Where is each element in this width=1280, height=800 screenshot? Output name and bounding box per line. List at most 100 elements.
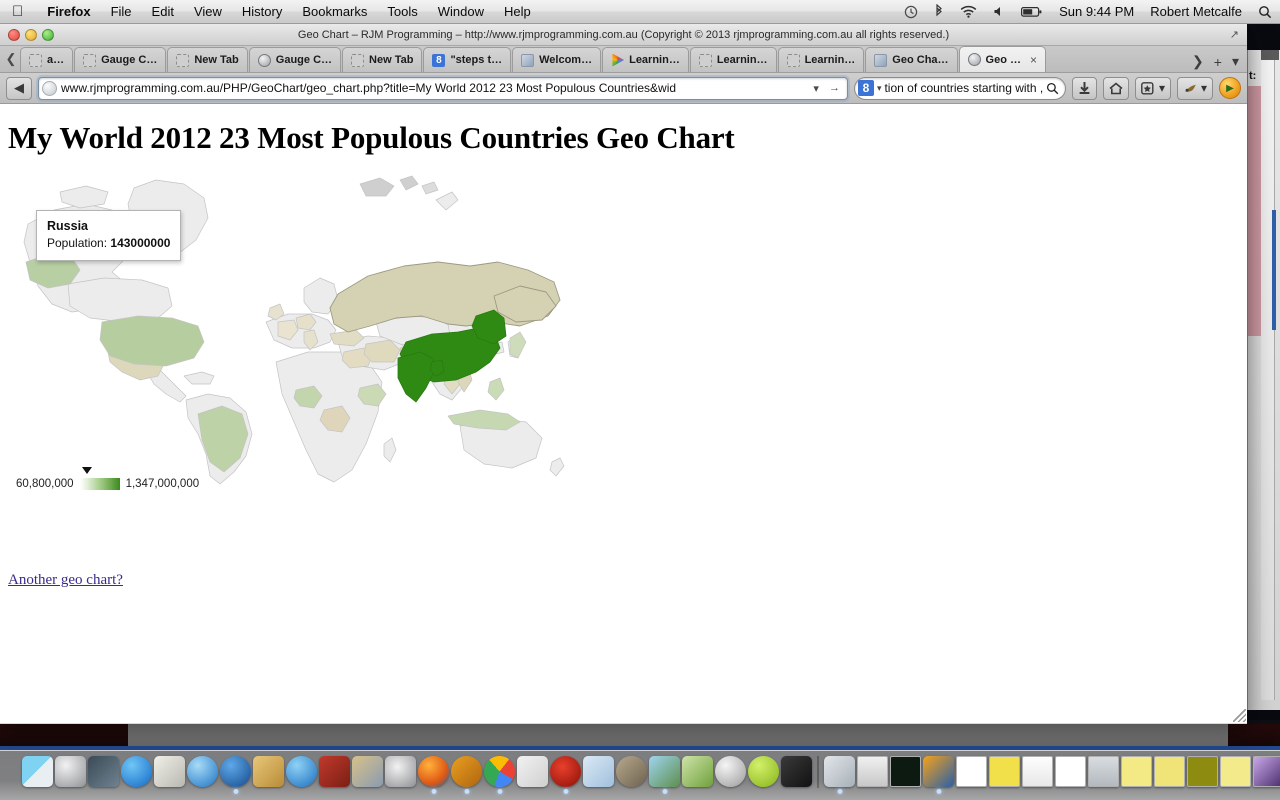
green-play-orb-icon[interactable]: ▶ xyxy=(1219,77,1241,99)
menu-item-edit[interactable]: Edit xyxy=(142,4,184,19)
bookmarks-button[interactable]: ▾ xyxy=(1134,76,1171,100)
volume-icon[interactable] xyxy=(985,5,1013,18)
apple-logo-icon[interactable]:  xyxy=(12,4,23,19)
note1-doc-icon[interactable] xyxy=(1121,756,1152,787)
play-store-favicon xyxy=(612,53,625,67)
textedit-icon[interactable] xyxy=(583,756,614,787)
tab-geo-chart[interactable]: Geo Cha… xyxy=(865,47,958,72)
terminal-icon[interactable] xyxy=(781,756,812,787)
tab-steps[interactable]: 8 "steps t… xyxy=(423,47,512,72)
back-button[interactable]: ◀ xyxy=(6,76,32,100)
dashboard-icon[interactable] xyxy=(715,756,746,787)
menu-item-help[interactable]: Help xyxy=(494,4,541,19)
addons-dropdown-icon[interactable]: ▾ xyxy=(1201,81,1207,95)
opera-icon[interactable] xyxy=(550,756,581,794)
minimize-window-button[interactable] xyxy=(25,29,37,41)
search-input[interactable]: tion of countries starting with , xyxy=(884,81,1042,95)
tab-learning-2[interactable]: Learnin… xyxy=(689,47,777,72)
safari-icon[interactable] xyxy=(187,756,218,787)
itunes-icon[interactable] xyxy=(286,756,317,787)
menu-item-tools[interactable]: Tools xyxy=(377,4,427,19)
paint-doc-icon[interactable] xyxy=(923,756,954,794)
menu-item-file[interactable]: File xyxy=(101,4,142,19)
search-engine-dropdown-icon[interactable]: ▾ xyxy=(877,83,882,94)
photos-folder-icon[interactable] xyxy=(649,756,680,794)
menu-item-firefox[interactable]: Firefox xyxy=(37,4,100,19)
olive-doc-icon[interactable] xyxy=(1187,756,1218,787)
iphoto-icon[interactable] xyxy=(154,756,185,787)
ibooks-icon[interactable] xyxy=(319,756,350,787)
white-doc-icon[interactable] xyxy=(956,756,987,787)
app-store-updates-icon[interactable] xyxy=(88,756,119,787)
bluetooth-icon[interactable] xyxy=(926,4,952,19)
background-window-sliver[interactable]: t: xyxy=(1247,50,1280,710)
note2-doc-icon[interactable] xyxy=(1154,756,1185,787)
finder-icon[interactable] xyxy=(22,756,53,787)
maps-icon[interactable] xyxy=(682,756,713,787)
geo-chart[interactable]: Russia Population: 143000000 60,800,000 … xyxy=(8,166,568,526)
url-go-icon[interactable]: → xyxy=(826,82,843,94)
system-preferences-icon[interactable] xyxy=(385,756,416,787)
zoom-window-button[interactable] xyxy=(42,29,54,41)
another-geo-chart-link[interactable]: Another geo chart? xyxy=(8,572,123,589)
tab-new-tab-1[interactable]: New Tab xyxy=(167,47,248,72)
close-window-button[interactable] xyxy=(8,29,20,41)
menu-item-window[interactable]: Window xyxy=(428,4,494,19)
chrome-icon[interactable] xyxy=(484,756,515,794)
search-bar[interactable]: 8 ▾ tion of countries starting with , xyxy=(853,76,1066,100)
wifi-icon[interactable] xyxy=(952,5,985,18)
fullscreen-icon[interactable]: ↗ xyxy=(1230,28,1239,41)
home-button[interactable] xyxy=(1102,76,1129,100)
text-doc-icon[interactable] xyxy=(1022,756,1053,787)
tab-geo-active[interactable]: Geo … × xyxy=(958,46,1046,72)
tab-learning-3[interactable]: Learnin… xyxy=(777,47,865,72)
gray-doc-icon[interactable] xyxy=(857,756,888,787)
xcode-icon[interactable] xyxy=(517,756,548,787)
image-capture-icon[interactable] xyxy=(352,756,383,787)
media-doc-icon[interactable] xyxy=(1253,756,1280,787)
tab-a[interactable]: a… xyxy=(20,47,74,72)
note3-doc-icon[interactable] xyxy=(1220,756,1251,787)
menu-item-bookmarks[interactable]: Bookmarks xyxy=(292,4,377,19)
tab-gauge-c-2[interactable]: Gauge C… xyxy=(248,47,342,72)
tab-learning-1[interactable]: Learnin… xyxy=(602,47,689,72)
seamonkey-icon[interactable] xyxy=(451,756,482,794)
firefox-icon[interactable] xyxy=(418,756,449,794)
tab-welcome[interactable]: Welcom… xyxy=(512,47,602,72)
menu-item-history[interactable]: History xyxy=(232,4,292,19)
tab-gauge-c-1[interactable]: Gauge C… xyxy=(74,47,167,72)
launchpad-icon[interactable] xyxy=(55,756,86,787)
site-identity-icon[interactable] xyxy=(42,80,57,96)
spotlight-search-icon[interactable] xyxy=(1250,5,1280,19)
ecg-doc-icon[interactable] xyxy=(890,756,921,787)
browser-doc-icon[interactable] xyxy=(1088,756,1119,787)
close-tab-icon[interactable]: × xyxy=(1030,53,1037,67)
menu-user-name[interactable]: Robert Metcalfe xyxy=(1142,4,1250,19)
search-engine-icon[interactable]: 8 xyxy=(857,80,874,96)
list-all-tabs-icon[interactable]: ▾ xyxy=(1228,53,1243,70)
facetime-icon[interactable] xyxy=(220,756,251,794)
magnifier-icon[interactable] xyxy=(1046,82,1059,95)
robot-doc-icon[interactable] xyxy=(824,756,855,794)
battery-icon[interactable] xyxy=(1013,6,1051,18)
window-resize-grip[interactable] xyxy=(1233,709,1246,722)
window-shadow-inner xyxy=(128,724,1228,746)
url-bar[interactable]: www.rjmprogramming.com.au/PHP/GeoChart/g… xyxy=(38,76,848,100)
tab-scroll-left-icon[interactable]: ❮ xyxy=(2,46,20,72)
yellow-doc-icon[interactable] xyxy=(989,756,1020,787)
app-store-icon[interactable] xyxy=(121,756,152,787)
downloads-button[interactable] xyxy=(1071,76,1097,100)
bookmarks-dropdown-icon[interactable]: ▾ xyxy=(1159,81,1165,95)
tab-scroll-right-icon[interactable]: ❯ xyxy=(1188,53,1208,70)
automator-icon[interactable] xyxy=(616,756,647,787)
addons-button[interactable]: ▾ xyxy=(1176,76,1213,100)
time-machine-icon[interactable] xyxy=(896,5,926,19)
menu-item-view[interactable]: View xyxy=(184,4,232,19)
page-doc-icon[interactable] xyxy=(1055,756,1086,787)
tab-new-tab-2[interactable]: New Tab xyxy=(342,47,423,72)
menu-clock[interactable]: Sun 9:44 PM xyxy=(1051,4,1142,19)
processing-icon[interactable] xyxy=(748,756,779,787)
new-tab-button[interactable]: + xyxy=(1210,54,1226,70)
url-history-dropdown-icon[interactable]: ▾ xyxy=(810,82,822,95)
contacts-icon[interactable] xyxy=(253,756,284,787)
